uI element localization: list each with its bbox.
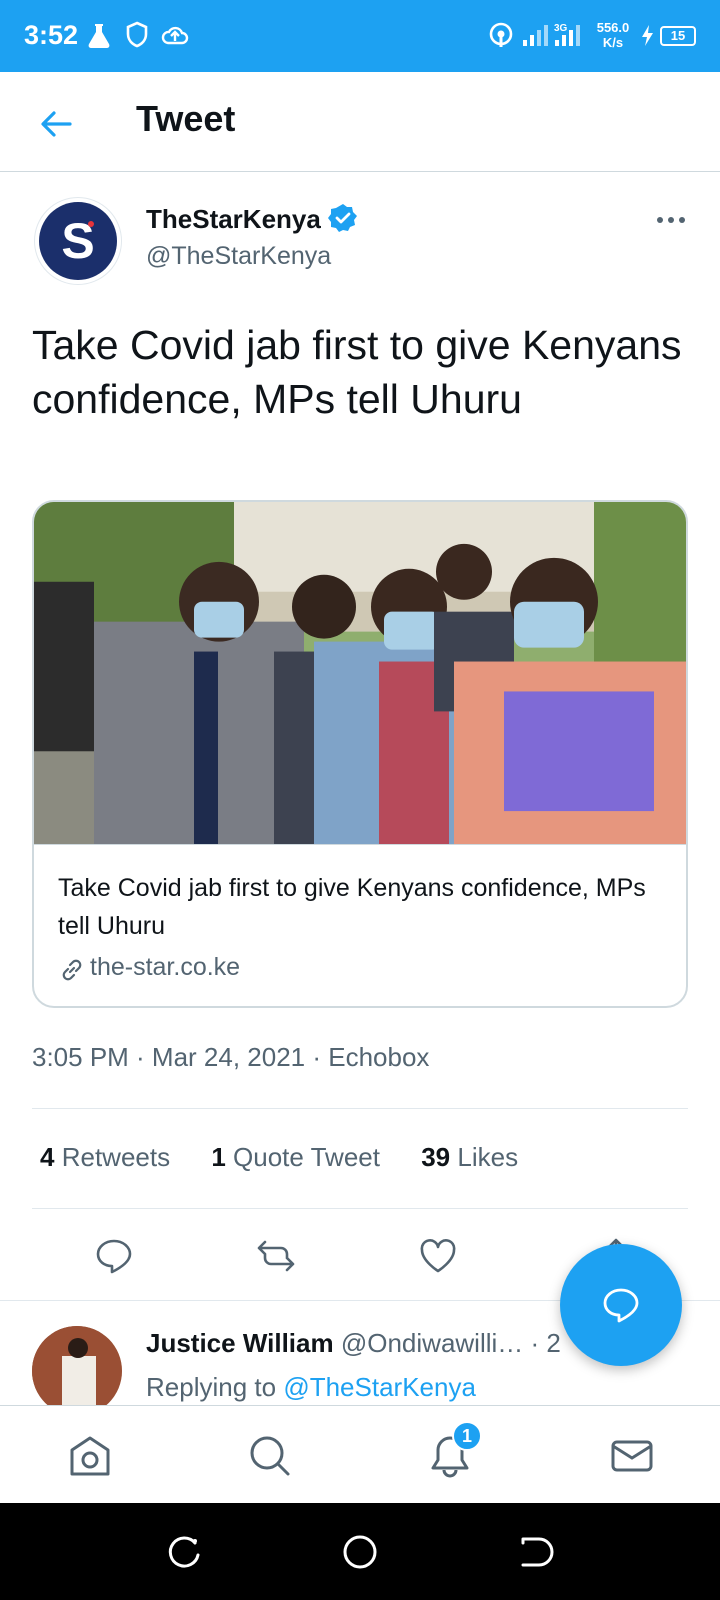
replying-to-prefix: Replying to (146, 1372, 277, 1402)
hotspot-icon (489, 22, 513, 47)
card-image (34, 502, 686, 845)
svg-text:3G: 3G (554, 23, 568, 34)
notification-badge: 1 (452, 1421, 482, 1451)
retweet-icon[interactable] (256, 1236, 296, 1276)
search-icon[interactable] (248, 1434, 292, 1478)
reply-author-handle: @Ondiwawilli… (340, 1328, 524, 1358)
reply-time: · 2 (530, 1328, 561, 1358)
link-icon (62, 959, 82, 981)
replying-to-mention[interactable]: @TheStarKenya (283, 1372, 476, 1402)
flask-icon (88, 24, 110, 48)
retweets-label: Retweets (61, 1142, 171, 1172)
quote-tweets-count: 1 (211, 1142, 226, 1172)
tweet-stats: 4 Retweets 1 Quote Tweet 39 Likes (40, 1142, 552, 1173)
quote-tweets-label: Quote Tweet (233, 1142, 380, 1172)
home-button-icon[interactable] (341, 1533, 379, 1571)
bottom-navigation (0, 1405, 720, 1503)
like-icon[interactable] (418, 1236, 458, 1276)
top-app-bar: Tweet (0, 72, 720, 172)
compose-reply-button[interactable] (560, 1244, 682, 1366)
status-bar: 3:52 3G 556.0 K/s 15 (0, 0, 720, 72)
retweets-count: 4 (40, 1142, 55, 1172)
link-preview-card[interactable]: Take Covid jab first to give Kenyans con… (32, 500, 688, 1008)
compose-reply-icon (603, 1288, 639, 1323)
reply-author-avatar[interactable] (32, 1326, 122, 1416)
card-domain[interactable]: the-star.co.ke (90, 953, 240, 982)
reply-icon[interactable] (94, 1236, 134, 1276)
likes-count: 39 (421, 1142, 451, 1172)
likes-stat[interactable]: 39 Likes (421, 1142, 518, 1173)
tweet-text: Take Covid jab first to give Kenyans con… (32, 322, 682, 422)
network-speed: 556.0 K/s (590, 20, 636, 50)
arrow-left-icon[interactable] (36, 104, 76, 144)
signal-icon (523, 25, 548, 46)
author-name[interactable]: TheStarKenya (146, 204, 321, 235)
likes-label: Likes (457, 1142, 519, 1172)
tweet-timestamp: 3:05 PM · Mar 24, 2021 · Echobox (32, 1042, 430, 1072)
reply-author-name: Justice William (146, 1328, 334, 1358)
system-navigation-bar (0, 1503, 720, 1600)
divider (32, 1208, 688, 1209)
divider (32, 1108, 688, 1109)
author-avatar[interactable]: S (34, 197, 122, 285)
replying-to: Replying to @TheStarKenya (146, 1372, 476, 1403)
cloud-upload-icon (161, 26, 189, 45)
network-speed-unit: K/s (602, 35, 624, 50)
verified-badge-icon (328, 204, 357, 232)
back-button-icon[interactable] (517, 1533, 555, 1571)
messages-icon[interactable] (610, 1434, 654, 1478)
more-options-icon[interactable] (656, 208, 686, 232)
card-title[interactable]: Take Covid jab first to give Kenyans con… (58, 869, 668, 945)
the-star-logo: S (39, 202, 117, 280)
reply-author[interactable]: Justice William @Ondiwawilli… · 2 (146, 1328, 561, 1359)
page-title: Tweet (136, 98, 236, 139)
charging-icon (642, 25, 653, 46)
quote-tweets-stat[interactable]: 1 Quote Tweet (211, 1142, 380, 1173)
battery-indicator: 15 (660, 26, 696, 46)
status-time: 3:52 (24, 20, 79, 50)
author-handle[interactable]: @TheStarKenya (146, 242, 331, 271)
network-speed-value: 556.0 (596, 20, 630, 35)
retweets-stat[interactable]: 4 Retweets (40, 1142, 170, 1173)
shield-icon (126, 21, 148, 48)
signal-4g-icon: 3G (554, 23, 580, 46)
recent-apps-icon[interactable] (165, 1533, 203, 1571)
home-icon[interactable] (68, 1434, 112, 1478)
